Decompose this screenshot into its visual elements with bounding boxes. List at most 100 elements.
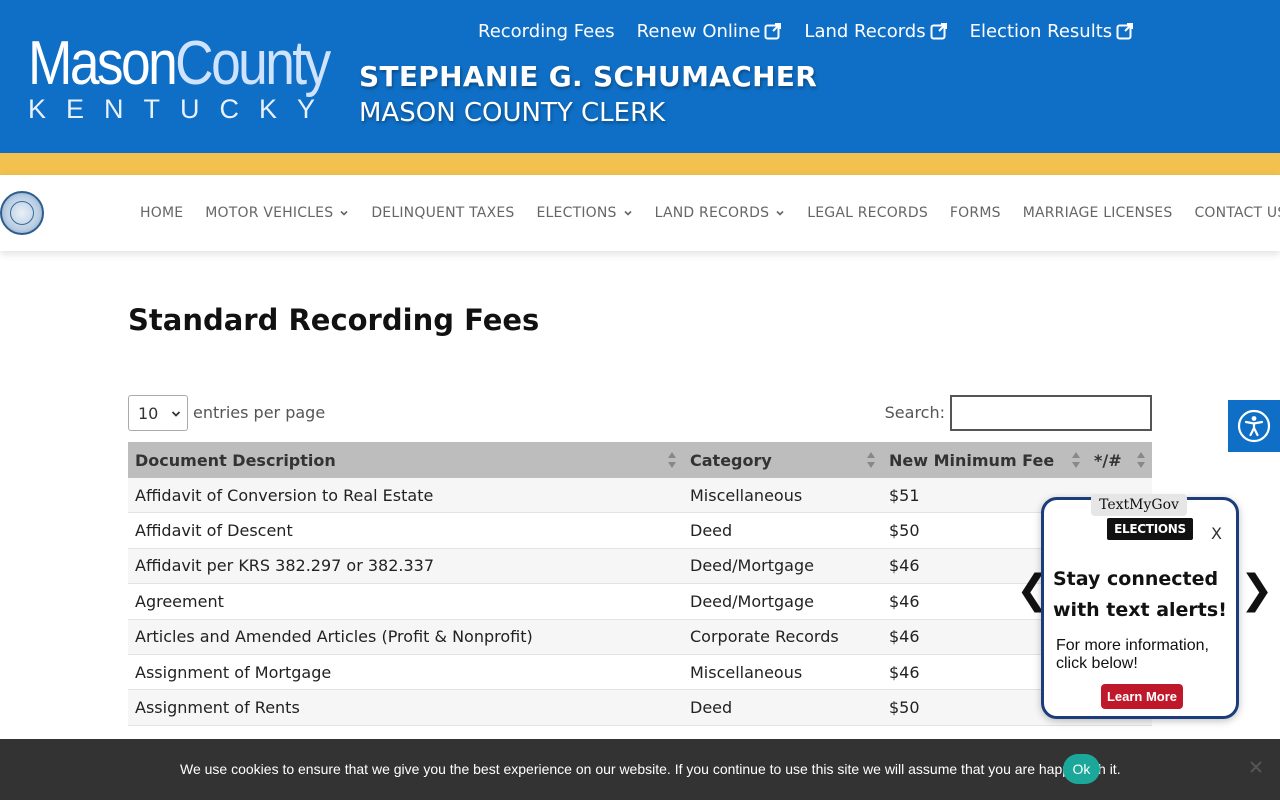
top-link-election-results[interactable]: Election Results bbox=[970, 21, 1135, 42]
table-row: Assignment of Rents Deed $50 bbox=[128, 690, 1152, 726]
logo-word-mason: Mason bbox=[28, 29, 178, 98]
sort-icon bbox=[668, 452, 676, 468]
top-link-renew-online[interactable]: Renew Online bbox=[637, 21, 783, 42]
learn-more-button[interactable]: Learn More bbox=[1101, 684, 1183, 709]
top-links: Recording Fees Renew Online Land Records… bbox=[478, 18, 1134, 44]
table-controls: 10 entries per page Search: bbox=[128, 395, 1152, 431]
external-link-icon bbox=[930, 23, 947, 40]
carousel-next-button[interactable]: ❯ bbox=[1240, 568, 1274, 612]
table-row: Affidavit of Descent Deed $50 bbox=[128, 513, 1152, 549]
nav-item-legal-records[interactable]: LEGAL RECORDS bbox=[807, 205, 928, 221]
cell-description: Affidavit of Conversion to Real Estate bbox=[135, 485, 434, 505]
top-link-label: Recording Fees bbox=[478, 20, 615, 42]
clerk-name: STEPHANIE G. SCHUMACHER bbox=[359, 60, 818, 93]
table-row: Assignment of Mortgage Miscellaneous $46 bbox=[128, 654, 1152, 691]
table-row: Affidavit per KRS 382.297 or 382.337 Dee… bbox=[128, 548, 1152, 585]
search-label: Search: bbox=[884, 403, 945, 422]
top-link-recording-fees[interactable]: Recording Fees bbox=[478, 21, 615, 42]
logo-state: KENTUCKY bbox=[28, 94, 336, 124]
county-seal-icon[interactable] bbox=[0, 191, 44, 235]
sort-icon bbox=[1137, 452, 1145, 468]
column-header-category[interactable]: Category bbox=[683, 442, 882, 478]
column-header-notes[interactable]: */# bbox=[1087, 442, 1152, 478]
chevron-down-icon bbox=[776, 210, 784, 216]
nav-item-label: ELECTIONS bbox=[536, 205, 617, 221]
cell-description: Assignment of Rents bbox=[135, 698, 300, 718]
elections-badge: ELECTIONS bbox=[1107, 518, 1193, 540]
top-link-label: Renew Online bbox=[636, 20, 761, 42]
nav-item-label: MOTOR VEHICLES bbox=[205, 205, 334, 221]
entries-select-value: 10 bbox=[138, 403, 159, 423]
nav-item-label: CONTACT US bbox=[1194, 205, 1280, 221]
nav-item-label: MARRIAGE LICENSES bbox=[1022, 205, 1173, 221]
fees-table: Document Description Category New Minimu… bbox=[128, 442, 1152, 726]
column-header-label: Category bbox=[690, 450, 772, 470]
top-link-label: Land Records bbox=[804, 20, 926, 42]
accessibility-icon bbox=[1237, 409, 1271, 443]
nav-item-elections[interactable]: ELECTIONS bbox=[537, 205, 633, 221]
table-body: Affidavit of Conversion to Real Estate M… bbox=[128, 478, 1152, 726]
cell-description: Affidavit per KRS 382.297 or 382.337 bbox=[135, 556, 435, 576]
cell-description: Agreement bbox=[135, 591, 224, 611]
nav-items: HOME MOTOR VEHICLES DELINQUENT TAXES ELE… bbox=[140, 175, 1280, 251]
table-row: Agreement Deed/Mortgage $46 bbox=[128, 584, 1152, 620]
cell-category: Corporate Records bbox=[690, 627, 839, 647]
mason-county-logo[interactable]: MasonCounty KENTUCKY bbox=[28, 30, 338, 125]
clerk-title: MASON COUNTY CLERK bbox=[359, 98, 666, 128]
nav-item-marriage-licenses[interactable]: MARRIAGE LICENSES bbox=[1023, 205, 1173, 221]
nav-item-label: LEGAL RECORDS bbox=[807, 205, 928, 221]
logo-word-county: County bbox=[175, 29, 331, 98]
nav-item-home[interactable]: HOME bbox=[140, 205, 183, 221]
chevron-down-icon bbox=[340, 210, 348, 216]
search-input[interactable] bbox=[950, 395, 1152, 431]
widget-close-button[interactable]: X bbox=[1211, 524, 1222, 543]
accessibility-button[interactable] bbox=[1228, 400, 1280, 452]
cookie-notice: We use cookies to ensure that we give yo… bbox=[0, 739, 1280, 800]
external-link-icon bbox=[764, 23, 782, 40]
cookie-ok-button[interactable]: Ok bbox=[1063, 754, 1100, 784]
nav-item-contact-us[interactable]: CONTACT US bbox=[1194, 205, 1280, 221]
table-row: Articles and Amended Articles (Profit & … bbox=[128, 619, 1152, 655]
top-link-land-records[interactable]: Land Records bbox=[804, 21, 947, 42]
column-header-label: Document Description bbox=[135, 450, 336, 470]
entries-label: entries per page bbox=[193, 403, 326, 422]
table-header: Document Description Category New Minimu… bbox=[128, 442, 1152, 478]
nav-item-delinquent-taxes[interactable]: DELINQUENT TAXES bbox=[371, 205, 514, 221]
accent-divider bbox=[0, 153, 1280, 175]
column-header-document-description[interactable]: Document Description bbox=[128, 442, 683, 478]
nav-item-motor-vehicles[interactable]: MOTOR VEHICLES bbox=[205, 205, 349, 221]
cell-category: Deed/Mortgage bbox=[690, 556, 814, 576]
cell-category: Deed bbox=[690, 521, 733, 541]
page-title: Standard Recording Fees bbox=[128, 303, 540, 337]
external-link-icon bbox=[1116, 23, 1134, 40]
column-header-label: */# bbox=[1094, 450, 1122, 470]
sort-icon bbox=[867, 452, 875, 468]
cell-category: Miscellaneous bbox=[690, 485, 803, 505]
sort-icon bbox=[1072, 452, 1080, 468]
nav-item-land-records[interactable]: LAND RECORDS bbox=[655, 205, 786, 221]
cookie-text: We use cookies to ensure that we give yo… bbox=[180, 761, 1121, 777]
textmygov-brand: TextMyGov bbox=[1091, 494, 1187, 516]
close-icon[interactable] bbox=[1248, 759, 1264, 775]
widget-body: For more information, click below! bbox=[1056, 637, 1209, 672]
column-header-new-minimum-fee[interactable]: New Minimum Fee bbox=[882, 442, 1087, 478]
cell-description: Affidavit of Descent bbox=[135, 521, 293, 541]
table-row: Affidavit of Conversion to Real Estate M… bbox=[128, 478, 1152, 514]
site-header: MasonCounty KENTUCKY Recording Fees Rene… bbox=[0, 0, 1280, 153]
nav-item-label: DELINQUENT TAXES bbox=[371, 205, 515, 221]
nav-item-label: HOME bbox=[140, 205, 184, 221]
main-nav: HOME MOTOR VEHICLES DELINQUENT TAXES ELE… bbox=[0, 175, 1280, 251]
chevron-down-icon bbox=[171, 411, 181, 417]
logo-wordmark: MasonCounty bbox=[28, 29, 331, 98]
top-link-label: Election Results bbox=[969, 20, 1113, 42]
textmygov-widget: TextMyGov ELECTIONS X Stay connected wit… bbox=[1041, 494, 1239, 719]
cell-category: Miscellaneous bbox=[690, 662, 803, 682]
chevron-down-icon bbox=[624, 210, 632, 216]
column-header-label: New Minimum Fee bbox=[889, 450, 1055, 470]
widget-headline: Stay connected with text alerts! bbox=[1053, 568, 1227, 621]
cell-category: Deed/Mortgage bbox=[690, 591, 814, 611]
entries-per-page-select[interactable]: 10 bbox=[128, 395, 188, 431]
nav-item-forms[interactable]: FORMS bbox=[950, 205, 1001, 221]
textmygov-logo: TextMyGov ELECTIONS bbox=[1091, 494, 1193, 550]
cell-description: Articles and Amended Articles (Profit & … bbox=[135, 627, 533, 647]
